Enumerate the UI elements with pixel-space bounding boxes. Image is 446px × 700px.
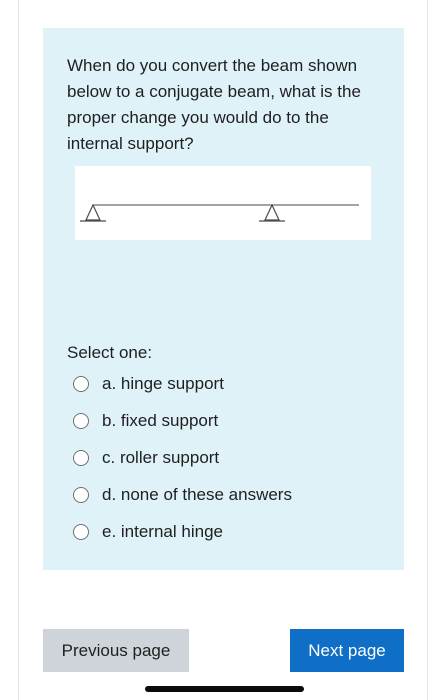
radio-button[interactable] <box>73 450 89 466</box>
question-text: When do you convert the beam shown below… <box>67 56 361 153</box>
radio-button[interactable] <box>73 487 89 503</box>
option-c[interactable]: c. roller support <box>73 444 219 472</box>
pin-support-internal <box>259 203 285 222</box>
pin-support-left <box>80 203 106 222</box>
next-page-button[interactable]: Next page <box>290 629 404 672</box>
previous-page-button[interactable]: Previous page <box>43 629 189 672</box>
beam-diagram <box>80 203 359 222</box>
option-b-label[interactable]: b. fixed support <box>102 411 218 431</box>
radio-button[interactable] <box>73 376 89 392</box>
select-one-label: Select one: <box>67 343 153 362</box>
option-b[interactable]: b. fixed support <box>73 407 218 435</box>
home-indicator <box>145 686 304 692</box>
option-d-label[interactable]: d. none of these answers <box>102 485 292 505</box>
beam-figure <box>75 166 371 240</box>
option-d[interactable]: d. none of these answers <box>73 481 292 509</box>
option-a-label[interactable]: a. hinge support <box>102 374 224 394</box>
option-c-label[interactable]: c. roller support <box>102 448 219 468</box>
radio-button[interactable] <box>73 413 89 429</box>
option-e-label[interactable]: e. internal hinge <box>102 522 223 542</box>
option-a[interactable]: a. hinge support <box>73 370 224 398</box>
question-card: When do you convert the beam shown below… <box>43 28 404 570</box>
option-e[interactable]: e. internal hinge <box>73 518 223 546</box>
radio-button[interactable] <box>73 524 89 540</box>
